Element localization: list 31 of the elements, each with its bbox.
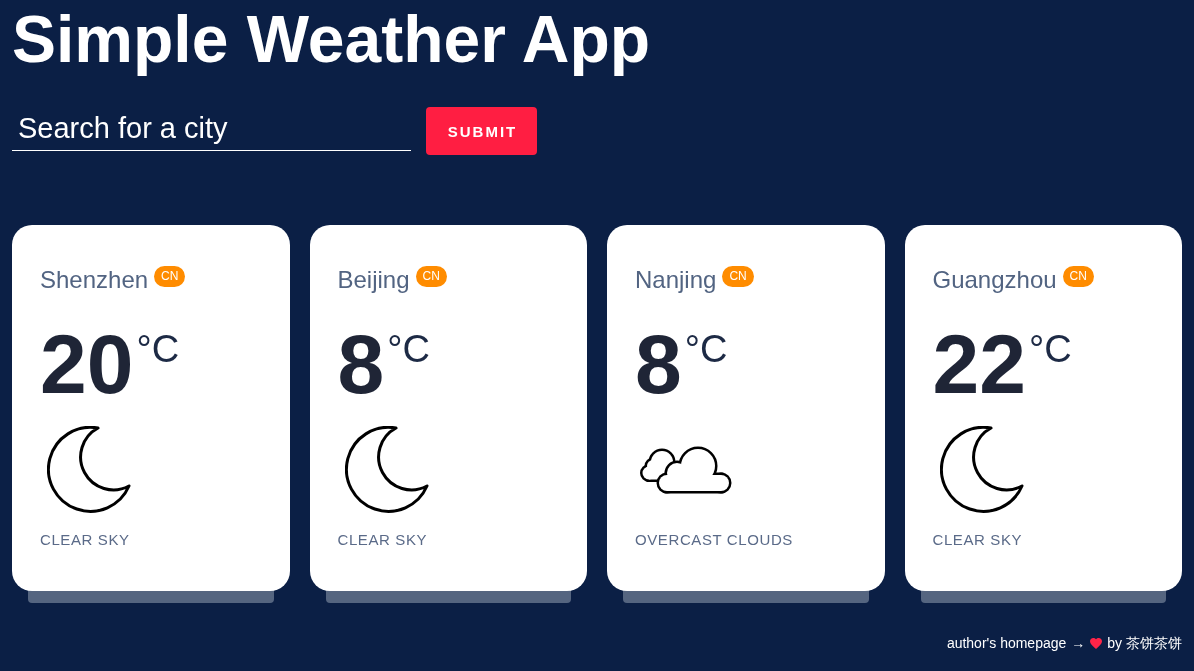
temperature-unit: °C [387, 330, 430, 368]
temperature-value: 8 [337, 322, 385, 406]
moon-icon [344, 426, 429, 514]
homepage-link[interactable]: author's homepage [946, 633, 1067, 653]
temperature-value: 8 [635, 322, 682, 406]
city-name: Beijing [337, 265, 410, 295]
temperature-unit: °C [1028, 330, 1072, 368]
temperature-unit: °C [684, 330, 728, 368]
clouds-icon [640, 446, 732, 494]
country-badge: CN [722, 266, 754, 287]
app-title: Simple Weather App [12, 1, 652, 78]
moon-icon [939, 426, 1024, 514]
weather-description: CLEAR SKY [337, 531, 429, 549]
weather-description: CLEAR SKY [40, 531, 131, 549]
temperature-value: 22 [932, 322, 1026, 406]
city-name: Shenzhen [40, 265, 149, 295]
temperature-value: 20 [40, 322, 134, 406]
arrow-symbol: → [1071, 634, 1086, 653]
submit-button[interactable]: SUBMIT [426, 107, 537, 155]
weather-description: OVERCAST CLOUDS [635, 531, 794, 549]
city-name: Nanjing [635, 265, 717, 295]
weather-description: CLEAR SKY [932, 531, 1024, 549]
moon-icon [47, 426, 131, 514]
author-credit: by 茶饼茶饼 [1107, 634, 1182, 653]
country-badge: CN [154, 266, 186, 287]
country-badge: CN [1062, 266, 1094, 287]
city-name: Guangzhou [932, 265, 1057, 295]
country-badge: CN [415, 266, 447, 287]
search-field[interactable]: Search for a city [12, 107, 411, 151]
temperature-unit: °C [136, 330, 180, 368]
heart-icon [1090, 637, 1103, 649]
